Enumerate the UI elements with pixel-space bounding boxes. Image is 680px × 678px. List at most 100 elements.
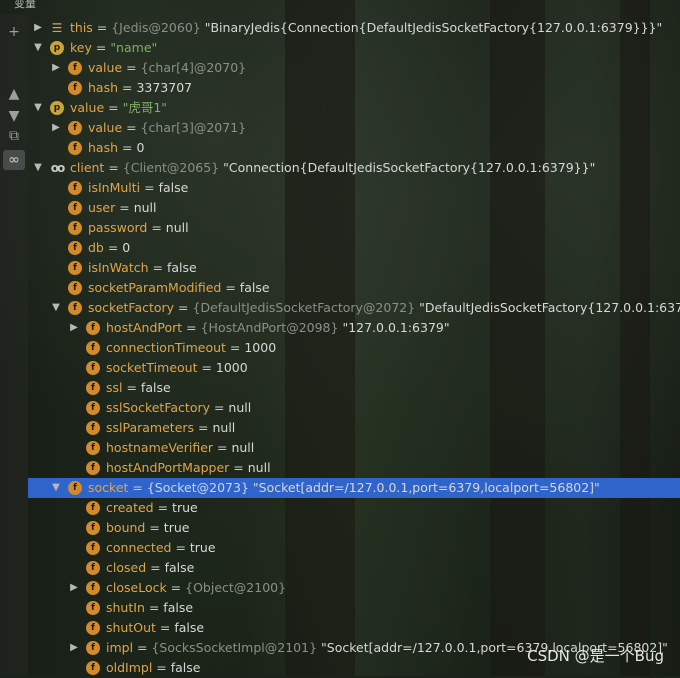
variable-name: shutOut <box>106 620 156 635</box>
variable-row[interactable]: ▶ ☰ this = {Jedis@2060} "BinaryJedis{Conne… <box>28 18 680 38</box>
variable-row[interactable]: ▶ f hostAndPort = {HostAndPort@2098} "127.… <box>28 318 680 338</box>
arrow-down-icon[interactable]: ▼ <box>3 106 25 126</box>
variable-row[interactable]: ▶ f value = {char[4]@2070} <box>28 58 680 78</box>
variable-row[interactable]: ▼ oo client = {Client@2065} "Connection{De… <box>28 158 680 178</box>
variable-text: connected = true <box>106 538 216 558</box>
variable-row[interactable]: ▼ p key = "name" <box>28 38 680 58</box>
variable-name: hostnameVerifier <box>106 440 214 455</box>
variable-row[interactable]: ▼ f socketFactory = {DefaultJedisSocketFac… <box>28 298 680 318</box>
variable-row[interactable]: f connected = true <box>28 538 680 558</box>
variable-name: hostAndPort <box>106 320 183 335</box>
equals-sign: = <box>104 100 123 115</box>
variable-text: value = {char[4]@2070} <box>88 58 246 78</box>
variable-text: this = {Jedis@2060} "BinaryJedis{Connect… <box>70 18 662 38</box>
variable-value: 0 <box>136 140 145 155</box>
copy-icon[interactable]: ⧉ <box>3 126 25 146</box>
variable-row[interactable]: ▼ p value = "虎哥1" <box>28 98 680 118</box>
variable-type: {DefaultJedisSocketFactory@2072} <box>192 300 416 315</box>
expand-arrow-icon[interactable]: ▶ <box>32 18 44 38</box>
equals-sign: = <box>103 240 123 255</box>
expand-arrow-icon[interactable]: ▶ <box>68 578 80 598</box>
variable-text: hash = 0 <box>88 138 144 158</box>
variable-row[interactable]: f closed = false <box>28 558 680 578</box>
variable-text: hash = 3373707 <box>88 78 192 98</box>
variable-name: sslParameters <box>106 420 195 435</box>
variable-row[interactable]: f sslParameters = null <box>28 418 680 438</box>
variable-row[interactable]: ▶ f closeLock = {Object@2100} <box>28 578 680 598</box>
variable-text: client = {Client@2065} "Connection{Defau… <box>70 158 595 178</box>
equals-sign: = <box>210 400 229 415</box>
variable-row[interactable]: f hash = 0 <box>28 138 680 158</box>
variable-value: null <box>133 200 157 215</box>
equals-sign: = <box>92 20 112 35</box>
variable-row[interactable]: f created = true <box>28 498 680 518</box>
variable-row[interactable]: ▼ f socket = {Socket@2073} "Socket[addr=/1… <box>28 478 680 498</box>
variable-value: false <box>170 660 201 675</box>
collapse-arrow-icon[interactable]: ▼ <box>50 298 62 318</box>
debug-toolbar: + ▲ ▼ ⧉ ∞ <box>0 14 28 676</box>
variable-row[interactable]: f hostnameVerifier = null <box>28 438 680 458</box>
variable-text: socketParamModified = false <box>88 278 270 298</box>
variable-row[interactable]: f bound = true <box>28 518 680 538</box>
collapse-arrow-icon[interactable]: ▼ <box>32 158 44 178</box>
watch-icon[interactable]: ∞ <box>3 150 25 170</box>
parameter-icon: p <box>50 41 64 55</box>
variable-row[interactable]: f isInMulti = false <box>28 178 680 198</box>
equals-sign: = <box>182 320 201 335</box>
variable-text: user = null <box>88 198 156 218</box>
collapse-arrow-icon[interactable]: ▼ <box>50 478 62 498</box>
variable-text: shutIn = false <box>106 598 193 618</box>
collapse-arrow-icon[interactable]: ▼ <box>32 98 44 118</box>
field-icon: f <box>68 221 82 235</box>
variable-type: {char[3]@2071} <box>140 120 247 135</box>
variable-row[interactable]: f isInWatch = false <box>28 258 680 278</box>
parameter-icon: p <box>50 101 64 115</box>
equals-sign: = <box>213 440 232 455</box>
variable-text: sslParameters = null <box>106 418 235 438</box>
equals-sign: = <box>145 520 164 535</box>
expand-arrow-icon[interactable]: ▶ <box>68 638 80 658</box>
variable-row[interactable]: f sslSocketFactory = null <box>28 398 680 418</box>
field-icon: f <box>86 461 100 475</box>
field-icon: f <box>68 241 82 255</box>
expand-arrow-icon[interactable]: ▶ <box>68 318 80 338</box>
equals-sign: = <box>174 300 193 315</box>
equals-sign: = <box>225 340 245 355</box>
equals-sign: = <box>153 500 173 515</box>
equals-sign: = <box>194 420 213 435</box>
variable-name: user <box>88 200 116 215</box>
field-icon: f <box>68 81 82 95</box>
variable-text: sslSocketFactory = null <box>106 398 251 418</box>
variable-row[interactable]: ▶ f value = {char[3]@2071} <box>28 118 680 138</box>
variable-value: null <box>165 220 189 235</box>
variable-row[interactable]: f ssl = false <box>28 378 680 398</box>
variable-row[interactable]: f socketTimeout = 1000 <box>28 358 680 378</box>
variable-row[interactable]: f connectionTimeout = 1000 <box>28 338 680 358</box>
variable-row[interactable]: f db = 0 <box>28 238 680 258</box>
variable-name: sslSocketFactory <box>106 400 210 415</box>
field-icon: f <box>86 381 100 395</box>
variable-text: hostnameVerifier = null <box>106 438 254 458</box>
equals-sign: = <box>115 200 134 215</box>
watermark: CSDN @是一个Bug <box>527 647 664 665</box>
variable-value: null <box>228 400 252 415</box>
collapse-arrow-icon[interactable]: ▼ <box>32 38 44 58</box>
variable-row[interactable]: f socketParamModified = false <box>28 278 680 298</box>
variable-value: false <box>174 620 205 635</box>
variable-text: socketTimeout = 1000 <box>106 358 248 378</box>
variable-text: closeLock = {Object@2100} <box>106 578 286 598</box>
variable-name: hostAndPortMapper <box>106 460 230 475</box>
variable-text: hostAndPortMapper = null <box>106 458 271 478</box>
expand-arrow-icon[interactable]: ▶ <box>50 58 62 78</box>
variable-row[interactable]: f hash = 3373707 <box>28 78 680 98</box>
variable-row[interactable]: f shutIn = false <box>28 598 680 618</box>
variable-row[interactable]: f shutOut = false <box>28 618 680 638</box>
expand-arrow-icon[interactable]: ▶ <box>50 118 62 138</box>
arrow-up-icon[interactable]: ▲ <box>3 84 25 104</box>
variable-text: socketFactory = {DefaultJedisSocketFacto… <box>88 298 680 318</box>
variable-row[interactable]: f password = null <box>28 218 680 238</box>
add-icon[interactable]: + <box>3 22 25 42</box>
variable-row[interactable]: f user = null <box>28 198 680 218</box>
field-icon: f <box>68 121 82 135</box>
variable-row[interactable]: f hostAndPortMapper = null <box>28 458 680 478</box>
